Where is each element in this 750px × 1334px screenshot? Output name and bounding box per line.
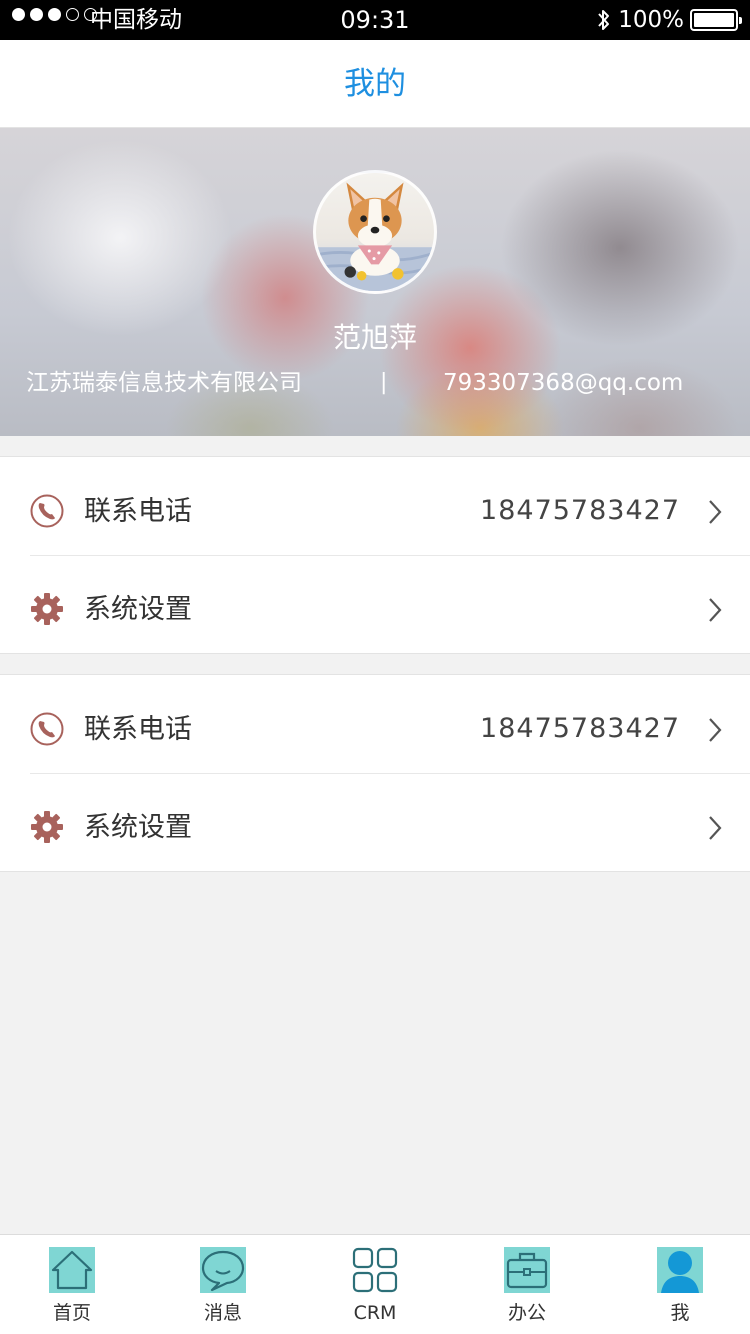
tab-home[interactable]: 首页: [12, 1247, 132, 1329]
gear-icon: [31, 593, 63, 625]
tab-label: 首页: [52, 1302, 91, 1324]
bluetooth-icon: [598, 10, 610, 30]
settings-card-1: 联系电话 18475783427 系统设置: [0, 456, 750, 654]
tab-label: 我: [670, 1302, 690, 1324]
system-settings-row[interactable]: 系统设置: [0, 773, 750, 871]
chevron-right-icon: [709, 718, 722, 742]
row-label: 系统设置: [84, 812, 192, 843]
corgi-photo: [316, 182, 434, 291]
user-email: 793307368@qq.com: [443, 370, 684, 396]
grid-icon: [352, 1247, 398, 1293]
row-label: 系统设置: [84, 594, 192, 625]
status-bar: 中国移动 09:31 100%: [0, 0, 750, 40]
system-settings-row[interactable]: 系统设置: [0, 555, 750, 653]
tab-label: 办公: [507, 1302, 546, 1324]
navigation-bar: 我的: [0, 40, 750, 128]
status-right: 100%: [596, 6, 742, 34]
profile-header: 范旭萍 江苏瑞泰信息技术有限公司 | 793307368@qq.com: [0, 128, 750, 436]
tab-label: 消息: [203, 1302, 242, 1324]
battery-percentage: 100%: [618, 7, 684, 33]
message-icon: [200, 1247, 246, 1293]
row-label: 联系电话: [84, 714, 192, 745]
user-name: 范旭萍: [332, 321, 417, 354]
tab-crm[interactable]: CRM: [315, 1247, 435, 1329]
phone-icon: [30, 494, 64, 528]
phone-number: 18475783427: [480, 495, 680, 526]
avatar[interactable]: [313, 170, 437, 294]
contact-phone-row[interactable]: 联系电话 18475783427: [0, 675, 750, 773]
chevron-right-icon: [709, 598, 722, 622]
tab-messages[interactable]: 消息: [163, 1247, 283, 1329]
tab-me[interactable]: 我: [620, 1247, 740, 1329]
contact-phone-row[interactable]: 联系电话 18475783427: [0, 457, 750, 555]
company-name: 江苏瑞泰信息技术有限公司: [26, 370, 302, 396]
phone-number: 18475783427: [480, 713, 680, 744]
tab-label: CRM: [353, 1302, 397, 1324]
gear-icon: [31, 811, 63, 843]
battery-icon: [690, 9, 742, 31]
phone-icon: [30, 712, 64, 746]
row-label: 联系电话: [84, 496, 192, 527]
chevron-right-icon: [709, 816, 722, 840]
info-separator: |: [380, 370, 388, 395]
page-title: 我的: [344, 66, 406, 102]
home-icon: [49, 1247, 95, 1293]
briefcase-icon: [504, 1247, 550, 1293]
person-icon: [657, 1247, 703, 1293]
settings-card-2: 联系电话 18475783427 系统设置: [0, 674, 750, 872]
bottom-tab-bar: 首页 消息 CRM 办公 我: [0, 1234, 750, 1334]
tab-office[interactable]: 办公: [467, 1247, 587, 1329]
chevron-right-icon: [709, 500, 722, 524]
